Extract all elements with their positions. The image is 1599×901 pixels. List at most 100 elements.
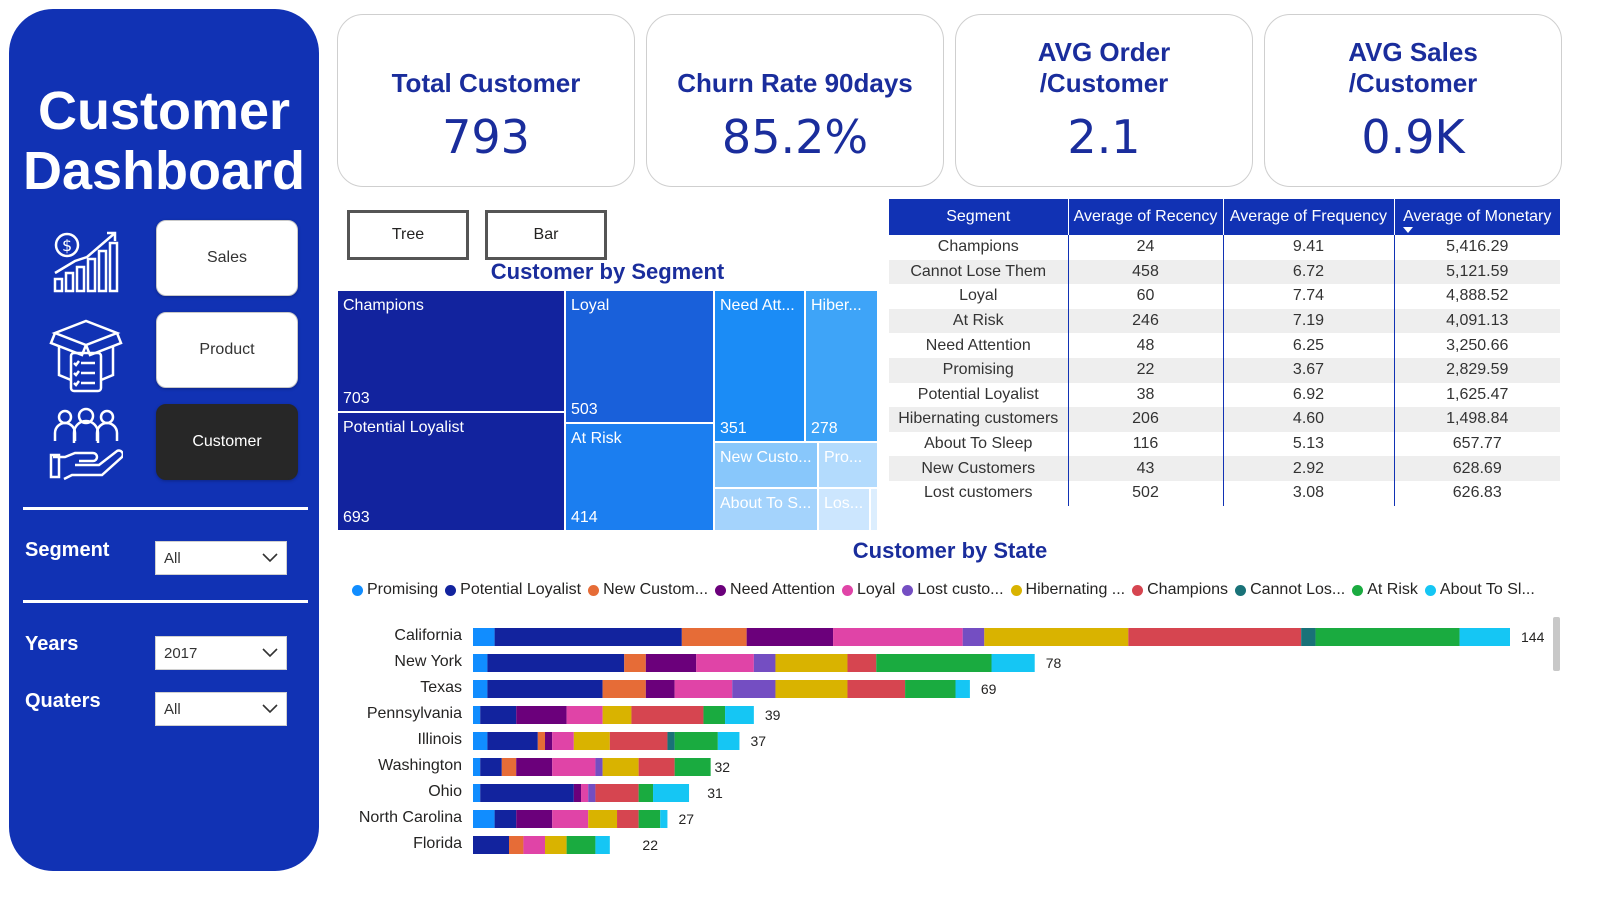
bar-segment[interactable]	[473, 706, 481, 724]
bar-segment[interactable]	[494, 628, 682, 646]
bar-segment[interactable]	[516, 810, 553, 828]
bar-segment[interactable]	[638, 810, 661, 828]
bar-segment[interactable]	[696, 654, 754, 672]
bar-segment[interactable]	[753, 654, 776, 672]
bar-segment[interactable]	[473, 628, 495, 646]
bar-view-button[interactable]: Bar	[485, 210, 607, 260]
table-row[interactable]: At Risk 246 7.19 4,091.13	[889, 308, 1560, 334]
bar-segment[interactable]	[509, 836, 524, 854]
bar-segment[interactable]	[573, 732, 610, 750]
bar-segment[interactable]	[487, 680, 603, 698]
bar-segment[interactable]	[833, 628, 963, 646]
treemap-tile-at-risk[interactable]: At Risk 414	[565, 423, 714, 531]
years-filter-dropdown[interactable]: 2017	[155, 636, 287, 670]
legend-item[interactable]: New Custom...	[588, 581, 708, 599]
bar-segment[interactable]	[703, 706, 726, 724]
nav-product-button[interactable]: Product	[156, 312, 298, 388]
table-row[interactable]: Lost customers 502 3.08 626.83	[889, 480, 1560, 506]
treemap-tile-lost[interactable]: Los...	[818, 488, 870, 531]
nav-customer-button[interactable]: Customer	[156, 404, 298, 480]
bar-segment[interactable]	[905, 680, 956, 698]
bar-segment[interactable]	[775, 680, 848, 698]
table-row[interactable]: Potential Loyalist 38 6.92 1,625.47	[889, 382, 1560, 408]
legend-item[interactable]: Loyal	[842, 581, 895, 599]
table-row[interactable]: New Customers 43 2.92 628.69	[889, 456, 1560, 481]
column-header-segment[interactable]: Segment	[889, 199, 1069, 235]
treemap-tile-champions[interactable]: Champions 703	[337, 290, 565, 412]
treemap-tile-cannot-lose[interactable]	[870, 488, 878, 531]
bar-segment[interactable]	[473, 732, 488, 750]
bar-segment[interactable]	[725, 706, 754, 724]
bar-segment[interactable]	[674, 680, 733, 698]
bar-segment[interactable]	[681, 628, 747, 646]
bar-segment[interactable]	[645, 654, 697, 672]
bar-segment[interactable]	[667, 732, 675, 750]
bar-segment[interactable]	[480, 706, 517, 724]
legend-item[interactable]: Potential Loyalist	[445, 581, 581, 599]
bar-segment[interactable]	[487, 654, 625, 672]
bar-segment[interactable]	[552, 810, 589, 828]
legend-item[interactable]: Cannot Los...	[1235, 581, 1345, 599]
bar-segment[interactable]	[984, 628, 1129, 646]
legend-item[interactable]: Promising	[352, 581, 438, 599]
bar-segment[interactable]	[674, 732, 718, 750]
bar-segment[interactable]	[962, 628, 985, 646]
bar-segment[interactable]	[847, 680, 906, 698]
bar-segment[interactable]	[566, 706, 603, 724]
bar-segment[interactable]	[602, 680, 646, 698]
bar-segment[interactable]	[660, 810, 668, 828]
bar-segment[interactable]	[638, 784, 654, 802]
legend-item[interactable]: About To Sl...	[1424, 581, 1535, 599]
bar-segment[interactable]	[588, 784, 596, 802]
bar-segment[interactable]	[480, 758, 502, 776]
bar-segment[interactable]	[775, 654, 848, 672]
bar-segment[interactable]	[573, 784, 582, 802]
bar-segment[interactable]	[501, 758, 517, 776]
bar-segment[interactable]	[480, 784, 574, 802]
bar-segment[interactable]	[602, 758, 639, 776]
bar-segment[interactable]	[588, 810, 618, 828]
chart-scrollbar[interactable]	[1553, 617, 1560, 671]
bar-segment[interactable]	[847, 654, 877, 672]
treemap-tile-about-to-sleep[interactable]: About To S...	[714, 488, 818, 531]
bar-segment[interactable]	[1128, 628, 1302, 646]
bar-segment[interactable]	[645, 680, 675, 698]
bar-segment[interactable]	[523, 836, 546, 854]
legend-item[interactable]: Lost custo...	[902, 581, 1004, 599]
bar-segment[interactable]	[595, 836, 610, 854]
bar-segment[interactable]	[674, 758, 711, 776]
bar-segment[interactable]	[473, 784, 481, 802]
nav-sales-button[interactable]: Sales	[156, 220, 298, 296]
bar-segment[interactable]	[545, 836, 567, 854]
bar-segment[interactable]	[581, 784, 589, 802]
bar-segment[interactable]	[516, 706, 567, 724]
treemap-tile-potential-loyalist[interactable]: Potential Loyalist 693	[337, 412, 565, 531]
bar-segment[interactable]	[473, 654, 488, 672]
table-row[interactable]: Loyal 60 7.74 4,888.52	[889, 284, 1560, 309]
table-row[interactable]: Promising 22 3.67 2,829.59	[889, 357, 1560, 383]
column-header-recency[interactable]: Average of Recency	[1068, 199, 1224, 235]
table-row[interactable]: Hibernating customers 206 4.60 1,498.84	[889, 407, 1560, 432]
bar-segment[interactable]	[473, 810, 495, 828]
bar-segment[interactable]	[732, 680, 776, 698]
column-header-frequency[interactable]: Average of Frequency	[1223, 199, 1395, 235]
table-row[interactable]: Need Attention 48 6.25 3,250.66	[889, 333, 1560, 358]
table-row[interactable]: Cannot Lose Them 458 6.72 5,121.59	[889, 259, 1560, 285]
bar-segment[interactable]	[631, 706, 704, 724]
bar-segment[interactable]	[552, 758, 596, 776]
legend-item[interactable]: Hibernating ...	[1010, 581, 1125, 599]
bar-segment[interactable]	[473, 680, 488, 698]
bar-segment[interactable]	[653, 784, 690, 802]
bar-segment[interactable]	[876, 654, 992, 672]
table-row[interactable]: About To Sleep 116 5.13 657.77	[889, 431, 1560, 457]
bar-segment[interactable]	[595, 784, 639, 802]
treemap-tile-promising[interactable]: Pro...	[818, 442, 878, 488]
bar-segment[interactable]	[717, 732, 740, 750]
quarters-filter-dropdown[interactable]: All	[155, 692, 287, 726]
legend-item[interactable]: At Risk	[1352, 581, 1418, 599]
bar-segment[interactable]	[602, 706, 632, 724]
bar-segment[interactable]	[1315, 628, 1460, 646]
bar-segment[interactable]	[552, 732, 574, 750]
segment-filter-dropdown[interactable]: All	[155, 541, 287, 575]
bar-segment[interactable]	[537, 732, 546, 750]
